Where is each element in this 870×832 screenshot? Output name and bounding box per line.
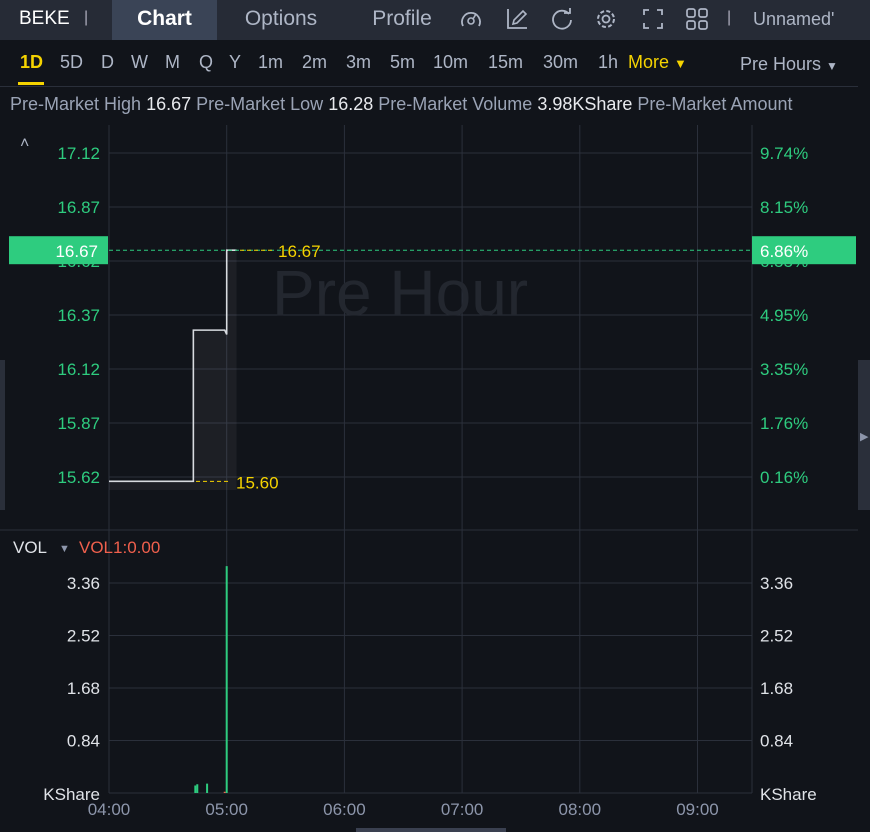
volume-tick-label: 2.52 (67, 627, 100, 646)
price-tick-label: 16.87 (57, 198, 100, 217)
volume-tick-label-right: 1.68 (760, 679, 793, 698)
price-tick-label: 15.62 (57, 468, 100, 487)
caret-down-icon: ▼ (59, 543, 70, 555)
volume-unit: KShare (43, 785, 100, 804)
volume-title: VOL (13, 538, 47, 557)
price-tick-label: 17.12 (57, 144, 100, 163)
x-tick-label: 07:00 (441, 800, 484, 819)
last-price-label: 16.67 (55, 242, 98, 261)
pct-tick-label: 4.95% (760, 306, 808, 325)
volume-tick-label: 3.36 (67, 574, 100, 593)
volume-tick-label-right: 3.36 (760, 574, 793, 593)
pct-tick-label: 8.15% (760, 198, 808, 217)
price-tick-label: 16.37 (57, 306, 100, 325)
pct-tick-label: 1.76% (760, 414, 808, 433)
pct-tick-label: 9.74% (760, 144, 808, 163)
price-tick-label: 15.87 (57, 414, 100, 433)
pct-tick-label: 0.16% (760, 468, 808, 487)
volume-bar (206, 783, 209, 793)
price-area (109, 250, 237, 490)
chevron-right-icon: ▶ (860, 431, 869, 443)
pct-tick-label: 3.35% (760, 360, 808, 379)
volume-tick-label-right: 2.52 (760, 627, 793, 646)
volume-tick-label: 0.84 (67, 732, 100, 751)
volume-indicator: VOL1:0.00 (79, 538, 160, 557)
price-tick-label: 16.12 (57, 360, 100, 379)
price-volume-chart[interactable]: 04:00 05:00 06:00 07:00 08:00 09:0017.12 9.74%… (0, 0, 870, 832)
left-panel-handle[interactable] (0, 360, 5, 510)
last-pct-label: 6.86% (760, 242, 808, 261)
watermark: Pre Hour (272, 257, 528, 329)
volume-bar (194, 785, 197, 793)
volume-bar (223, 791, 226, 793)
volume-unit-right: KShare (760, 785, 817, 804)
horizontal-scrollbar[interactable] (356, 828, 506, 832)
x-tick-label: 06:00 (323, 800, 366, 819)
x-tick-label: 09:00 (676, 800, 719, 819)
x-tick-label: 08:00 (559, 800, 602, 819)
volume-bar (225, 566, 228, 793)
collapse-chevron-icon[interactable]: ˄ (20, 135, 29, 152)
x-tick-label: 05:00 (205, 800, 248, 819)
volume-tick-label-right: 0.84 (760, 732, 793, 751)
min-label: 15.60 (236, 473, 279, 492)
volume-tick-label: 1.68 (67, 679, 100, 698)
max-label: 16.67 (278, 242, 321, 261)
volume-bar (196, 784, 199, 793)
